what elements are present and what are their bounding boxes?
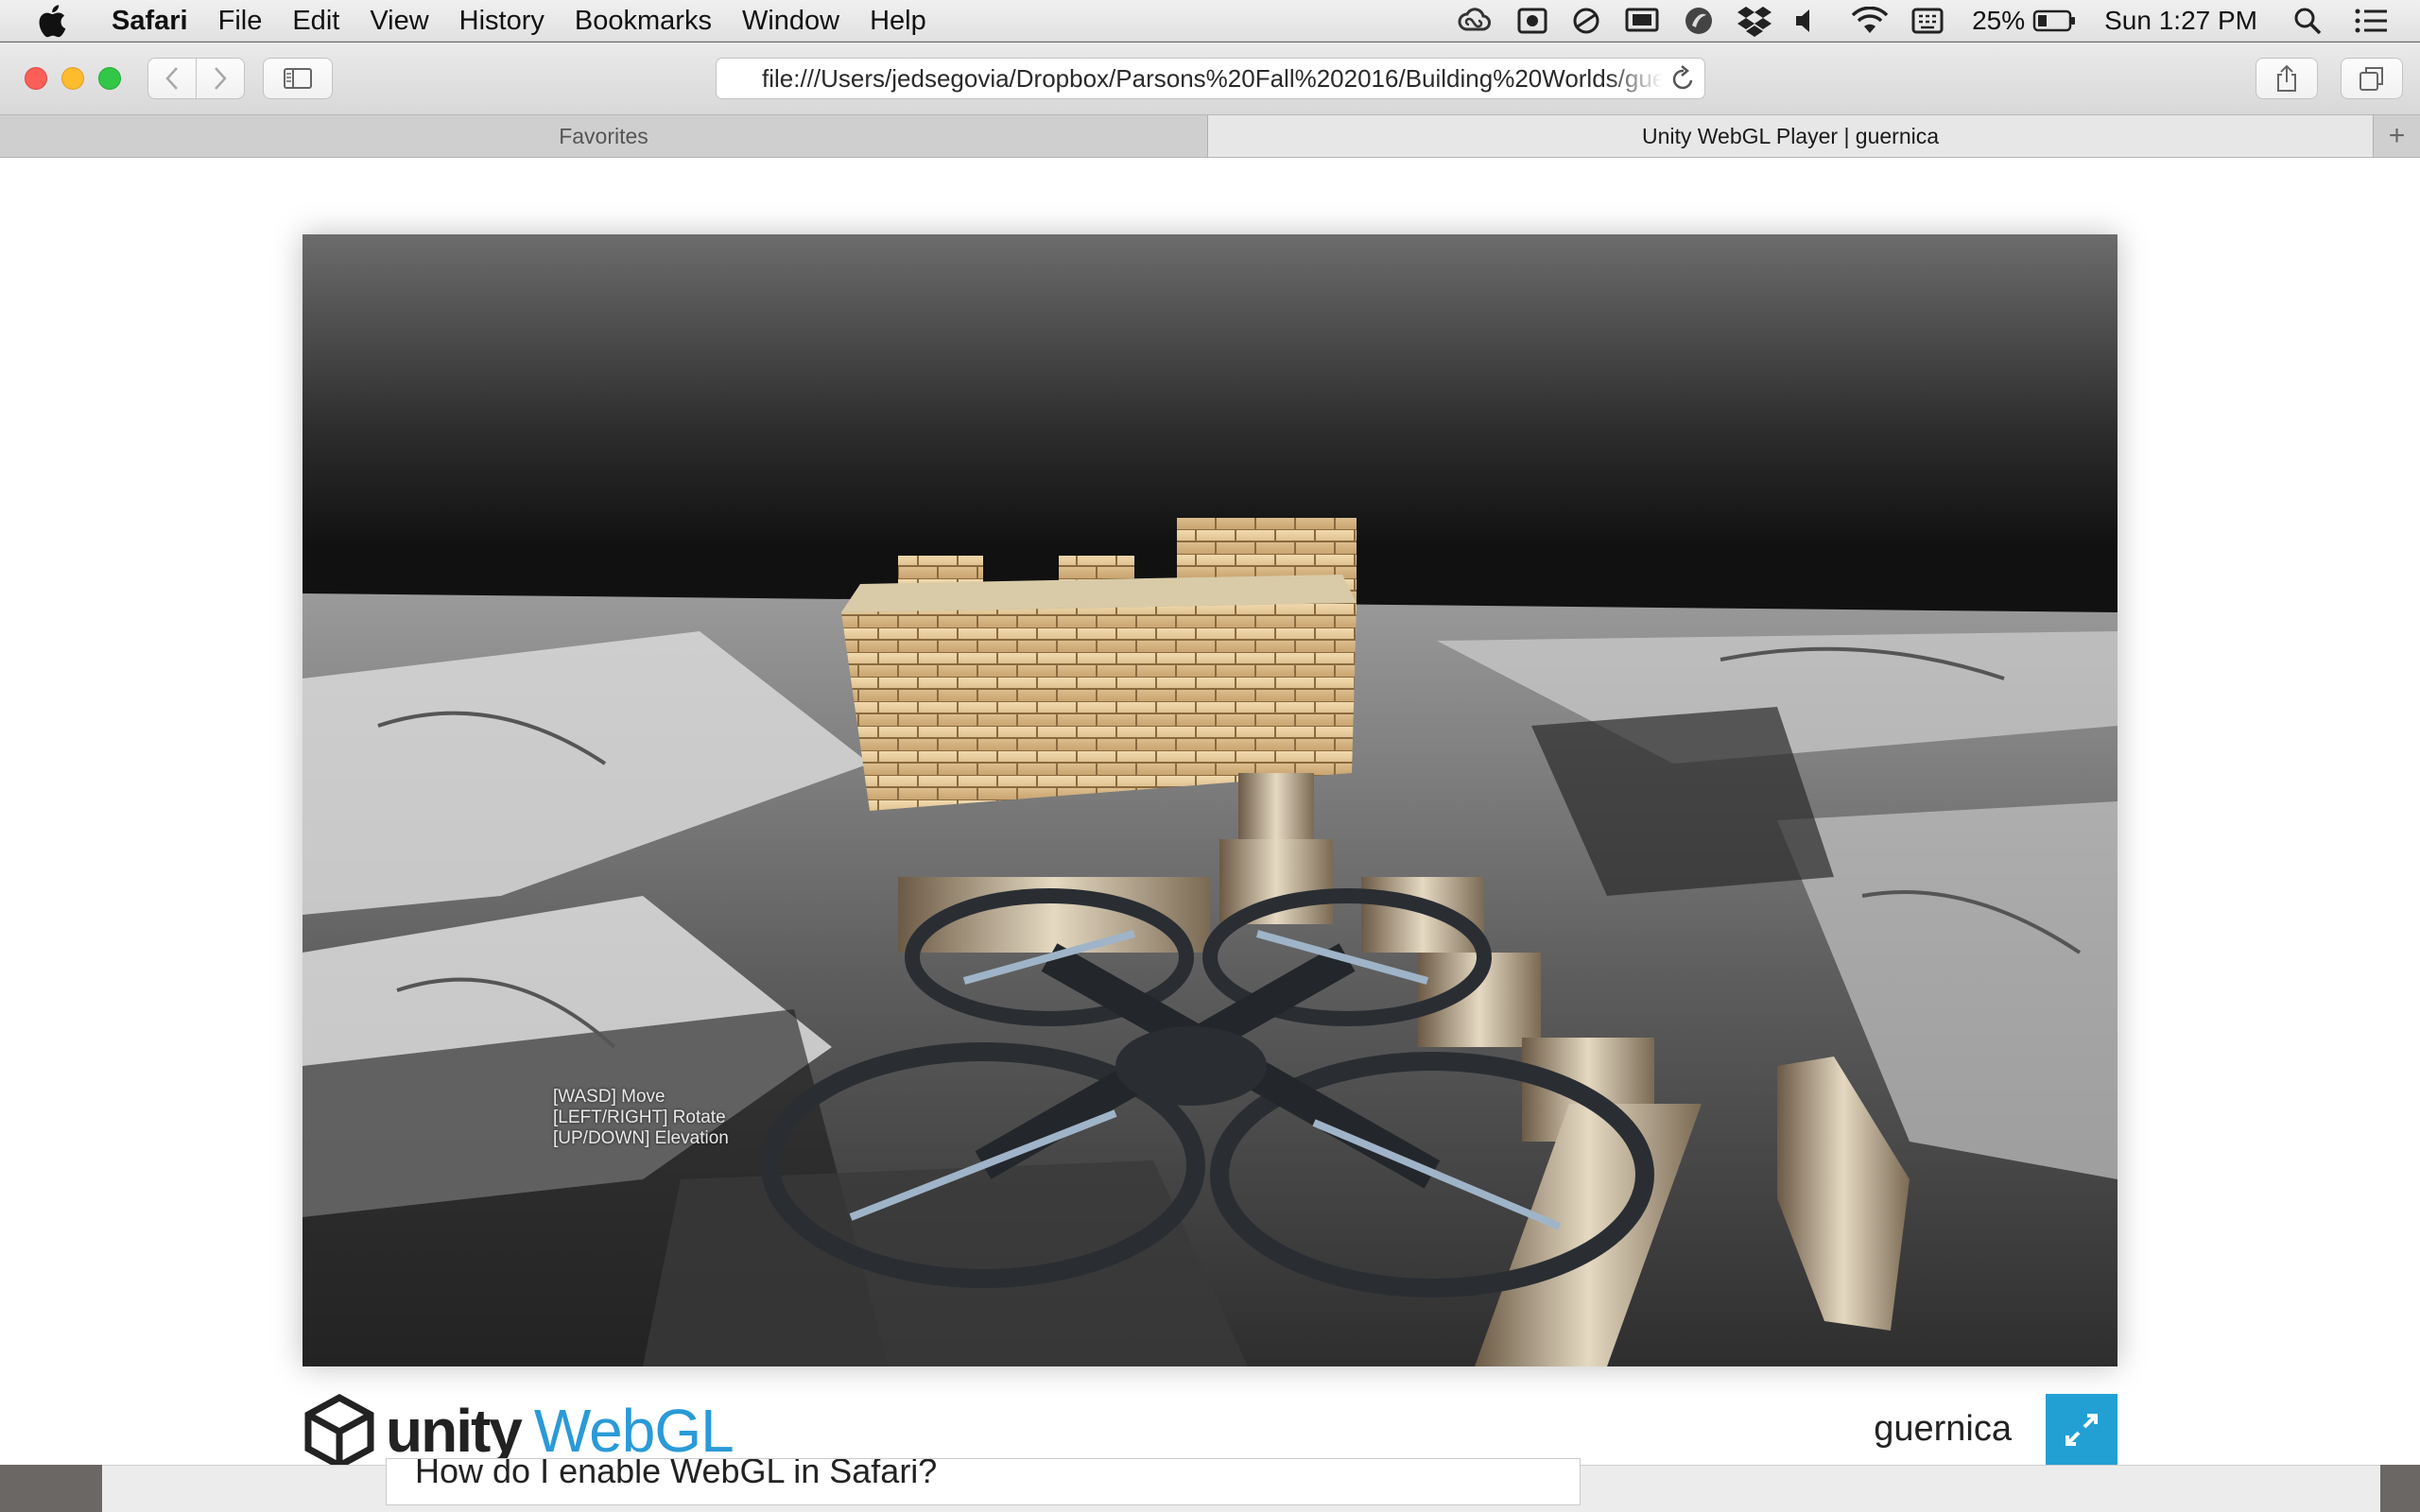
apple-menu-icon[interactable] xyxy=(38,4,70,38)
web-page: [WASD] Move [LEFT/RIGHT] Rotate [UP/DOWN… xyxy=(0,158,2420,1468)
controls-rotate: [LEFT/RIGHT] Rotate xyxy=(553,1108,726,1127)
creative-cloud-icon[interactable] xyxy=(1456,0,1494,42)
back-button[interactable] xyxy=(147,58,197,99)
volume-icon[interactable] xyxy=(1794,0,1819,42)
sidebar-button[interactable] xyxy=(263,58,333,99)
controls-move: [WASD] Move xyxy=(553,1087,666,1107)
wifi-icon[interactable] xyxy=(1851,0,1889,42)
share-button[interactable] xyxy=(2256,58,2318,99)
zoom-window-button[interactable] xyxy=(98,67,121,90)
new-tab-button[interactable]: + xyxy=(2374,115,2420,157)
unity-cube-icon xyxy=(304,1394,374,1468)
sidebar-icon xyxy=(284,68,312,89)
battery-percent: 25% xyxy=(1972,5,2026,35)
close-window-button[interactable] xyxy=(25,67,47,90)
battery-icon[interactable] xyxy=(2032,0,2076,42)
url-text[interactable]: file:///Users/jedsegovia/Dropbox/Parsons… xyxy=(717,64,1663,94)
safari-window: file:///Users/jedsegovia/Dropbox/Parsons… xyxy=(0,43,2420,1468)
script-icon[interactable] xyxy=(1683,0,1715,42)
dropbox-icon[interactable] xyxy=(1737,0,1772,42)
forward-button[interactable] xyxy=(196,58,245,99)
display-icon[interactable] xyxy=(1624,0,1660,42)
fullscreen-icon xyxy=(2066,1414,2098,1446)
sync-icon[interactable] xyxy=(1571,0,1601,42)
share-icon xyxy=(2277,64,2296,92)
input-icon[interactable] xyxy=(1911,0,1944,42)
spotlight-icon[interactable] xyxy=(2293,0,2322,42)
menu-bookmarks[interactable]: Bookmarks xyxy=(560,0,727,42)
address-bar[interactable]: file:///Users/jedsegovia/Dropbox/Parsons… xyxy=(716,58,1705,99)
chevron-right-icon xyxy=(215,67,227,90)
notification-center-icon[interactable] xyxy=(2354,0,2388,42)
menu-app-name[interactable]: Safari xyxy=(104,0,203,42)
menu-bar: Safari File Edit View History Bookmarks … xyxy=(0,0,2420,42)
game-scene-illustration xyxy=(302,234,2118,1366)
logo-text-webgl: WebGL xyxy=(533,1397,735,1465)
controls-elevation: [UP/DOWN] Elevation xyxy=(553,1128,729,1148)
show-all-tabs-button[interactable] xyxy=(2341,58,2403,99)
controls-hint: [WASD] Move [LEFT/RIGHT] Rotate [UP/DOWN… xyxy=(553,1087,729,1149)
game-title: guernica xyxy=(1874,1409,2012,1449)
menu-edit[interactable]: Edit xyxy=(277,0,354,42)
background-search-field: How do I enable WebGL in Safari? xyxy=(386,1458,1581,1505)
tab-bar: Favorites Unity WebGL Player | guernica … xyxy=(0,114,2420,158)
status-area: 25% Sun 1:27 PM xyxy=(1433,0,2420,42)
unity-footer: unity WebGL guernica xyxy=(302,1388,2118,1468)
tab-unity-webgl-player[interactable]: Unity WebGL Player | guernica xyxy=(1208,115,2374,157)
record-icon[interactable] xyxy=(1516,0,1548,42)
minimize-window-button[interactable] xyxy=(61,67,84,90)
menu-window[interactable]: Window xyxy=(727,0,855,42)
menu-file[interactable]: File xyxy=(203,0,278,42)
menu-history[interactable]: History xyxy=(444,0,560,42)
chevron-left-icon xyxy=(165,67,178,90)
reload-icon[interactable] xyxy=(1663,65,1704,92)
background-window: How do I enable WebGL in Safari? xyxy=(102,1458,2380,1512)
menu-view[interactable]: View xyxy=(354,0,443,42)
clock[interactable]: Sun 1:27 PM xyxy=(2104,0,2257,42)
browser-toolbar: file:///Users/jedsegovia/Dropbox/Parsons… xyxy=(0,43,2420,114)
logo-text-unity: unity xyxy=(386,1397,523,1465)
unity-webgl-logo: unity WebGL xyxy=(302,1394,735,1468)
fullscreen-button[interactable] xyxy=(2046,1394,2118,1466)
tab-favorites[interactable]: Favorites xyxy=(0,115,1208,157)
tabs-overview-icon xyxy=(2360,67,2383,91)
unity-game-canvas[interactable]: [WASD] Move [LEFT/RIGHT] Rotate [UP/DOWN… xyxy=(302,234,2118,1366)
menu-help[interactable]: Help xyxy=(855,0,942,42)
